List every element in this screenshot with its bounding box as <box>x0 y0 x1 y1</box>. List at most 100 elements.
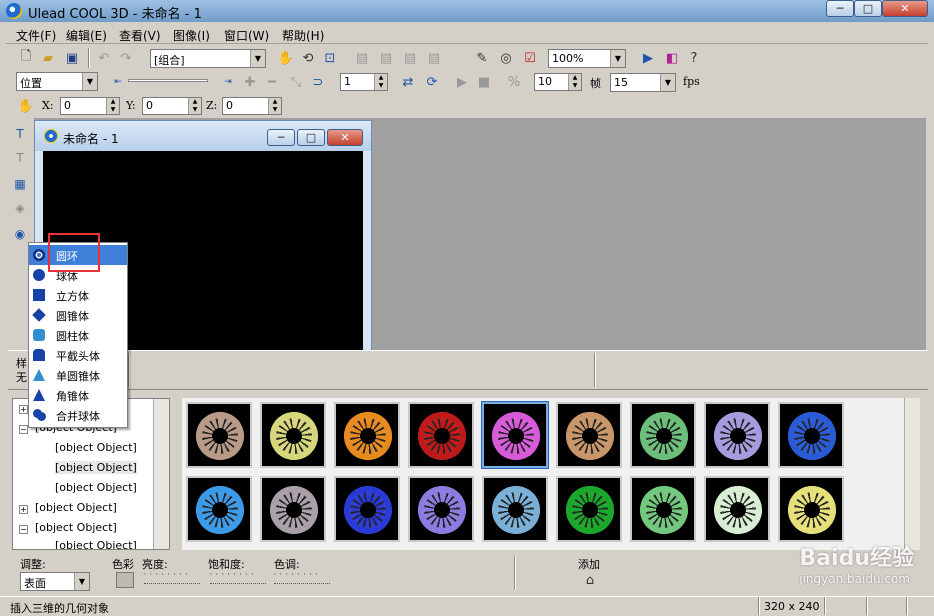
tree-item[interactable]: [object Object] <box>55 441 137 454</box>
group-combo[interactable]: [组合] ▼ <box>150 49 266 68</box>
x-input[interactable]: 0 ▲ ▼ <box>60 97 120 115</box>
save-icon[interactable]: ▣ <box>62 48 82 68</box>
position-combo[interactable]: 位置 ▼ <box>16 72 98 91</box>
color-picker-icon[interactable]: ✎ <box>472 48 492 68</box>
menu-item-merged-spheres[interactable]: 合并球体 <box>29 405 127 425</box>
speed-input[interactable]: 10 ▲ ▼ <box>534 73 582 91</box>
gallery-thumbnail[interactable] <box>556 476 622 542</box>
insert-geometry-icon[interactable]: ◉ <box>10 224 30 244</box>
doc-close-button[interactable]: ✕ <box>327 129 363 146</box>
undo-icon[interactable]: ↶ <box>94 48 114 68</box>
play-icon[interactable]: ▶ <box>452 72 472 92</box>
gallery-scrollbar[interactable] <box>904 398 920 550</box>
add-keyframe-icon[interactable]: ✚ <box>240 72 260 92</box>
menu-help[interactable]: 帮助(H) <box>282 27 324 44</box>
add-to-gallery-icon[interactable]: ⌂ <box>580 570 600 590</box>
menu-item-frustum[interactable]: 平截头体 <box>29 345 127 365</box>
plugin-icon[interactable]: ◧ <box>662 48 682 68</box>
timeline-start-icon[interactable]: ⇤ <box>108 72 128 92</box>
loop-icon[interactable]: ⇄ <box>398 72 418 92</box>
globe-icon[interactable]: ◎ <box>496 48 516 68</box>
align-right-icon[interactable]: ▤ <box>400 48 420 68</box>
timeline-end-icon[interactable]: ⇥ <box>218 72 238 92</box>
remove-keyframe-icon[interactable]: ━ <box>262 72 282 92</box>
check-icon[interactable]: ☑ <box>520 48 540 68</box>
menu-item-single-cone[interactable]: 单圆锥体 <box>29 365 127 385</box>
highlight-annotation <box>48 233 100 272</box>
hand-move-icon[interactable]: ✋ <box>16 96 36 116</box>
rotate-tool-icon[interactable]: ⟲ <box>298 48 318 68</box>
edit-text-icon[interactable]: T <box>10 148 30 168</box>
gallery-thumbnail[interactable] <box>481 401 549 469</box>
hand-tool-icon[interactable]: ✋ <box>276 48 296 68</box>
align-center-icon[interactable]: ▤ <box>376 48 396 68</box>
gallery-thumbnail[interactable] <box>704 402 770 468</box>
gallery-thumbnail[interactable] <box>186 402 252 468</box>
gallery-thumbnail[interactable] <box>334 476 400 542</box>
gallery-thumbnail[interactable] <box>260 476 326 542</box>
close-button[interactable]: ✕ <box>882 0 928 17</box>
gallery-thumbnail[interactable] <box>260 402 326 468</box>
tree-item[interactable]: [object Object] <box>35 501 117 514</box>
brightness-slider[interactable]: '''''''' <box>144 572 200 584</box>
tree-item[interactable]: [object Object] <box>55 481 137 494</box>
stop-icon[interactable]: ■ <box>474 72 494 92</box>
new-file-icon[interactable]: 🗋 <box>16 48 36 68</box>
gallery-thumbnail[interactable] <box>482 476 548 542</box>
doc-maximize-button[interactable]: □ <box>297 129 325 146</box>
saturation-slider[interactable]: '''''''' <box>210 572 266 584</box>
align-left-icon[interactable]: ▤ <box>352 48 372 68</box>
menu-edit[interactable]: 编辑(E) <box>66 27 107 44</box>
gallery-thumbnail[interactable] <box>778 476 844 542</box>
menu-window[interactable]: 窗口(W) <box>224 27 269 44</box>
menu-image[interactable]: 图像(I) <box>173 27 210 44</box>
tree-item[interactable]: [object Object] <box>55 461 137 474</box>
reverse-icon[interactable]: ⊃ <box>308 72 328 92</box>
tree-item[interactable]: [object Object] <box>55 539 137 549</box>
timeline-slider[interactable] <box>128 79 208 82</box>
frame-input[interactable]: 1 ▲ ▼ <box>340 73 388 91</box>
fps-combo[interactable]: 15 ▼ <box>610 73 676 92</box>
refresh-icon[interactable]: ⟳ <box>422 72 442 92</box>
help-context-icon[interactable]: ? <box>684 48 704 68</box>
color-swatch[interactable] <box>116 572 134 588</box>
minimize-button[interactable]: ─ <box>826 0 854 17</box>
gallery-thumbnail[interactable] <box>704 476 770 542</box>
percent-icon[interactable]: % <box>504 72 524 92</box>
tween-icon[interactable]: ⤡ <box>286 72 306 92</box>
hue-label: 色调: <box>274 558 300 571</box>
maximize-button[interactable]: □ <box>854 0 882 17</box>
doc-minimize-button[interactable]: ─ <box>267 129 295 146</box>
gallery-thumbnail[interactable] <box>556 402 622 468</box>
tree-item[interactable]: [object Object] <box>35 521 117 534</box>
gallery-thumbnail[interactable] <box>630 476 696 542</box>
gallery-thumbnail[interactable] <box>408 476 474 542</box>
hue-slider[interactable]: '''''''' <box>274 572 330 584</box>
x-label: X: <box>42 99 54 112</box>
menu-item-cone[interactable]: 圆锥体 <box>29 305 127 325</box>
gallery-thumbnail[interactable] <box>778 402 844 468</box>
insert-graphic-icon[interactable]: ▦ <box>10 174 30 194</box>
menu-item-pyramid[interactable]: 角锥体 <box>29 385 127 405</box>
open-folder-icon[interactable]: ▰ <box>38 48 58 68</box>
gallery-thumbnail[interactable] <box>334 402 400 468</box>
menu-item-cylinder[interactable]: 圆柱体 <box>29 325 127 345</box>
z-input[interactable]: 0 ▲ ▼ <box>222 97 282 115</box>
gallery-thumbnail[interactable] <box>408 402 474 468</box>
fit-tool-icon[interactable]: ⊡ <box>320 48 340 68</box>
menu-item-cube[interactable]: 立方体 <box>29 285 127 305</box>
text-tool-icon[interactable]: T <box>10 124 30 144</box>
z-label: Z: <box>206 99 218 112</box>
gallery-thumbnail[interactable] <box>186 476 252 542</box>
render-icon[interactable]: ▶ <box>638 48 658 68</box>
menu-view[interactable]: 查看(V) <box>119 27 161 44</box>
tree-scrollbar[interactable] <box>153 399 169 549</box>
align-top-icon[interactable]: ▤ <box>424 48 444 68</box>
menu-file[interactable]: 文件(F) <box>16 27 56 44</box>
y-input[interactable]: 0 ▲ ▼ <box>142 97 202 115</box>
edit-graphic-icon[interactable]: ◈ <box>10 198 30 218</box>
gallery-thumbnail[interactable] <box>630 402 696 468</box>
redo-icon[interactable]: ↷ <box>116 48 136 68</box>
surface-combo[interactable]: 表面 ▼ <box>20 572 90 591</box>
zoom-combo[interactable]: 100% ▼ <box>548 49 626 68</box>
